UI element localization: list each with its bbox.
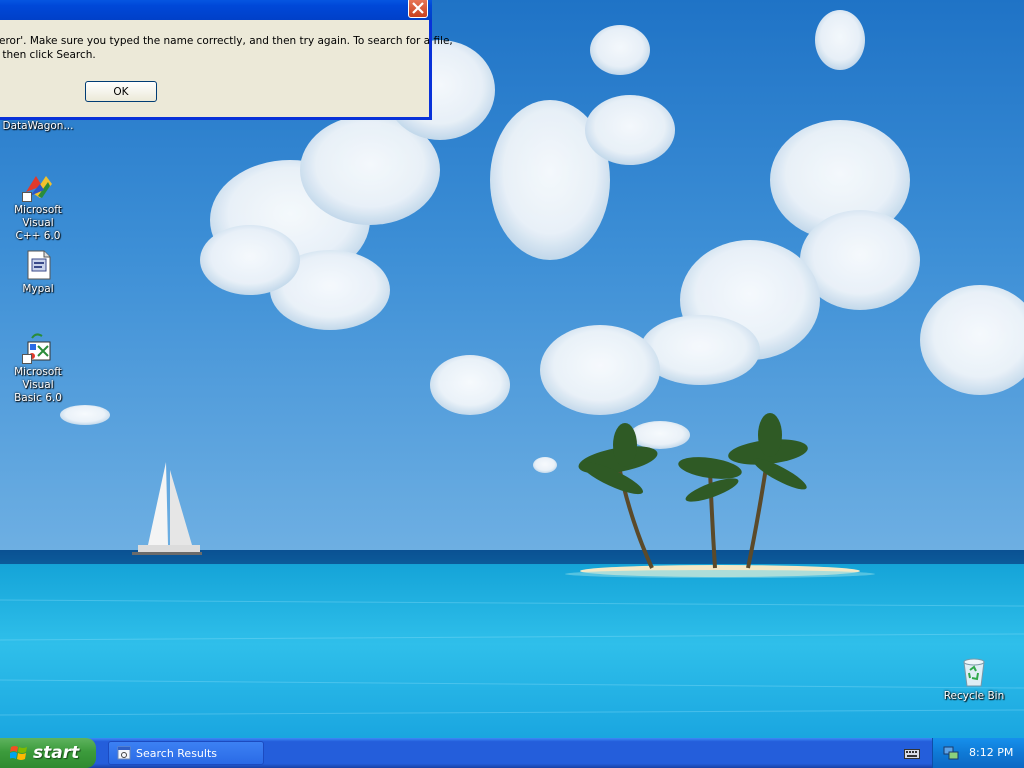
- desktop-icon-label: Microsoft Visual: [14, 366, 62, 391]
- dialog-message-line: eror'. Make sure you typed the name corr…: [0, 35, 453, 47]
- desktop-icon-label: Recycle Bin: [943, 690, 1005, 702]
- windows-flag-icon: [10, 746, 27, 760]
- ok-button[interactable]: OK: [85, 81, 157, 102]
- desktop-icon-mypal[interactable]: Mypal: [0, 249, 78, 296]
- desktop-icon-label: DataWagon...: [2, 120, 74, 132]
- desktop-icon-visual-cpp[interactable]: Microsoft Visual C++ 6.0: [0, 170, 78, 243]
- desktop-icon-label: Mypal: [22, 283, 54, 295]
- desktop[interactable]: DataWagon... Microsoft Visual C++ 6.0 My…: [0, 0, 1024, 738]
- recycle-bin-icon: [958, 656, 990, 688]
- desktop-icon-visual-basic[interactable]: Microsoft Visual Basic 6.0: [0, 332, 78, 405]
- taskbar-button-label: Search Results: [136, 747, 218, 760]
- search-window-icon: [117, 746, 131, 760]
- desktop-icon-datawagon[interactable]: DataWagon...: [0, 120, 78, 133]
- desktop-icon-label: Basic 6.0: [14, 392, 62, 404]
- dialog-titlebar[interactable]: [0, 0, 432, 20]
- close-icon: [412, 2, 424, 14]
- taskbar-button-search-results[interactable]: Search Results: [108, 741, 264, 765]
- desktop-icon-label: C++ 6.0: [15, 230, 61, 242]
- shortcut-arrow-icon: [22, 354, 32, 364]
- start-label: start: [33, 743, 80, 763]
- desktop-icon-label: Microsoft Visual: [14, 204, 62, 229]
- network-icon[interactable]: [943, 746, 959, 760]
- start-button[interactable]: start: [0, 738, 96, 768]
- keyboard-icon[interactable]: [904, 746, 920, 760]
- close-button[interactable]: [408, 0, 428, 18]
- dialog-message-line: then click Search.: [0, 49, 96, 61]
- dialog-message: eror'. Make sure you typed the name corr…: [0, 34, 453, 62]
- document-icon: [22, 249, 54, 281]
- visual-basic-icon: [22, 332, 54, 364]
- shortcut-arrow-icon: [22, 192, 32, 202]
- taskbar: start Search Results 8:12 PM: [0, 738, 1024, 768]
- system-tray: 8:12 PM: [932, 738, 1024, 768]
- clock[interactable]: 8:12 PM: [969, 746, 1013, 759]
- desktop-icon-recycle-bin[interactable]: Recycle Bin: [934, 656, 1014, 703]
- visual-cpp-icon: [22, 170, 54, 202]
- error-dialog[interactable]: eror'. Make sure you typed the name corr…: [0, 0, 453, 120]
